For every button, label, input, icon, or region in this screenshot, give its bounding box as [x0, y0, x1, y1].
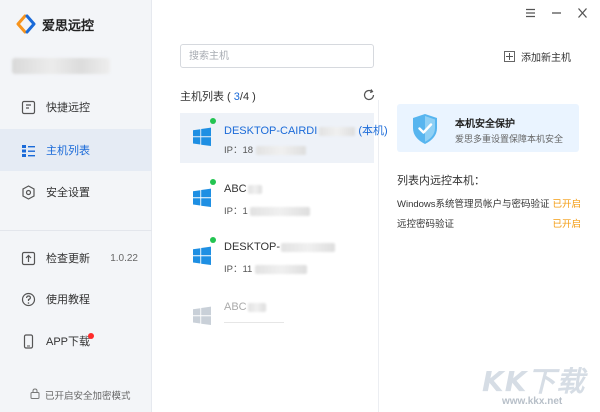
redacted-underline	[224, 322, 284, 323]
windows-icon	[192, 127, 212, 147]
redacted-text	[255, 145, 306, 155]
host-name: ABC	[224, 183, 262, 195]
add-host-label: 添加新主机	[521, 53, 571, 64]
host-item[interactable]: ABC IP：1	[180, 174, 374, 224]
minimize-icon[interactable]	[550, 7, 562, 19]
redacted-text	[247, 302, 266, 312]
option-status[interactable]: 已开启	[552, 216, 581, 230]
online-indicator	[210, 237, 216, 243]
host-name-text: DESKTOP-	[224, 241, 281, 253]
sidebar-item-check-update[interactable]: 检查更新 1.0.22	[0, 237, 152, 279]
online-indicator	[210, 118, 216, 124]
sidebar-item-label: 检查更新	[46, 253, 90, 265]
host-name-text: DESKTOP-CAIRDI	[224, 125, 318, 137]
redacted-text	[254, 264, 307, 274]
watermark-logo: KK下载	[482, 365, 586, 398]
sidebar-item-label: 安全设置	[46, 187, 90, 199]
window-controls	[524, 7, 588, 19]
encryption-status-label: 已开启安全加密模式	[45, 391, 131, 402]
sidebar-item-label: APP下载	[46, 336, 91, 348]
sidebar-divider	[0, 230, 152, 231]
app-logo: 爱思远控	[16, 14, 94, 34]
sidebar-item-label: 主机列表	[46, 145, 90, 157]
host-list-title-prefix: 主机列表 (	[180, 91, 234, 103]
redacted-text	[247, 184, 262, 194]
option-status[interactable]: 已开启	[552, 196, 581, 210]
refresh-icon[interactable]	[362, 88, 376, 102]
add-host-button[interactable]: 添加新主机	[504, 49, 571, 64]
help-icon	[20, 291, 36, 307]
security-card-subtitle: 爱思多重设置保障本机安全	[455, 134, 564, 144]
redacted-text	[281, 242, 336, 252]
shield-check-icon	[411, 113, 439, 145]
close-icon[interactable]	[576, 7, 588, 19]
host-name-text: ABC	[224, 301, 247, 313]
sidebar: 爱思远控 快捷远控 主机列表 安全设置 检查更新 1.0.22 使用教程 APP…	[0, 0, 152, 412]
remote-section-title: 列表内远控本机：	[397, 175, 485, 187]
host-item[interactable]: DESKTOP-CAIRDI (本机) IP：18	[180, 113, 388, 163]
logo-icon	[16, 14, 36, 34]
host-ip: IP：18	[224, 142, 306, 156]
watermark-url: www.kkx.net	[502, 396, 563, 407]
search-input[interactable]	[180, 44, 374, 68]
host-ip: IP：11	[224, 261, 307, 275]
redacted-text	[319, 126, 356, 136]
host-name: DESKTOP-	[224, 241, 336, 253]
host-ip-text: IP：11	[224, 264, 253, 275]
sidebar-item-label: 使用教程	[46, 294, 90, 306]
option-row-password-auth: 远控密码验证 已开启	[397, 216, 581, 232]
security-protection-card[interactable]: 本机安全保护 爱思多重设置保障本机安全	[397, 104, 579, 152]
host-name: DESKTOP-CAIRDI (本机)	[224, 122, 388, 138]
option-label: Windows系统管理员帐户与密码验证	[397, 199, 550, 210]
host-list-title: 主机列表 ( 3/4 )	[180, 88, 256, 104]
lock-icon	[30, 388, 40, 402]
option-row-windows-auth: Windows系统管理员帐户与密码验证 已开启	[397, 196, 581, 212]
host-ip: IP：1	[224, 203, 311, 217]
version-label: 1.0.22	[110, 252, 138, 264]
notification-dot	[88, 333, 94, 339]
host-local-tag: (本机)	[358, 125, 388, 137]
redacted-text	[250, 206, 311, 216]
plus-icon	[504, 51, 515, 62]
option-label: 远控密码验证	[397, 219, 455, 230]
sidebar-item-tutorial[interactable]: 使用教程	[0, 278, 152, 320]
phone-icon	[20, 333, 36, 349]
upload-icon	[20, 250, 36, 266]
sidebar-item-quick-remote[interactable]: 快捷远控	[0, 86, 152, 128]
sidebar-item-security-settings[interactable]: 安全设置	[0, 171, 152, 213]
panel-divider	[378, 100, 379, 412]
host-item[interactable]: ABC	[180, 292, 374, 342]
encryption-status: 已开启安全加密模式	[30, 388, 131, 402]
watermark: KK下载 www.kkx.net	[478, 360, 594, 410]
host-name-text: ABC	[224, 183, 247, 195]
menu-icon[interactable]	[524, 7, 536, 19]
online-indicator	[210, 179, 216, 185]
shield-hex-icon	[20, 184, 36, 200]
sidebar-item-label: 快捷远控	[46, 102, 90, 114]
windows-icon	[192, 306, 212, 326]
user-account-name[interactable]	[12, 58, 110, 74]
security-card-title: 本机安全保护	[455, 119, 515, 130]
host-list-title-suffix: /4 )	[239, 91, 256, 103]
host-item[interactable]: DESKTOP- IP：11	[180, 232, 374, 282]
windows-icon	[192, 246, 212, 266]
sidebar-item-app-download[interactable]: APP下载	[0, 320, 152, 362]
windows-icon	[192, 188, 212, 208]
monitor-icon	[20, 99, 36, 115]
host-name: ABC	[224, 301, 266, 313]
list-icon	[20, 142, 36, 158]
app-title: 爱思远控	[42, 17, 95, 33]
host-ip-text: IP：1	[224, 206, 248, 217]
sidebar-item-host-list[interactable]: 主机列表	[0, 129, 152, 171]
host-ip-text: IP：18	[224, 145, 254, 156]
